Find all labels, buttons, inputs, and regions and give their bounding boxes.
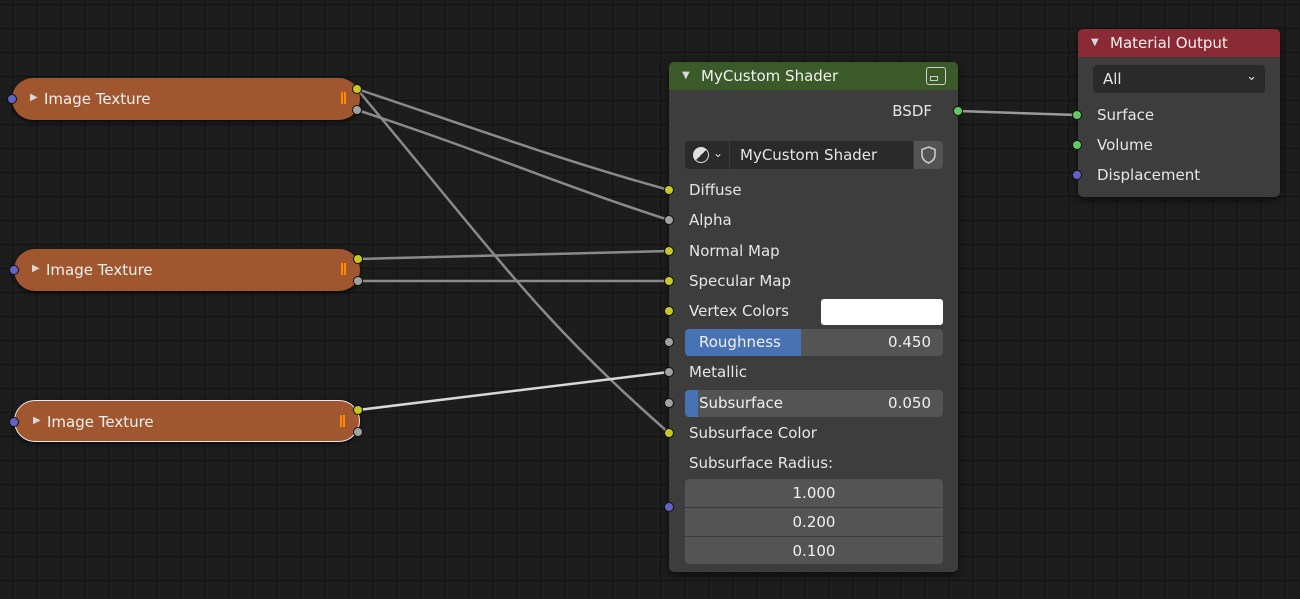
node-group-icon[interactable] <box>926 67 946 85</box>
link-tex1-alpha-alpha[interactable] <box>356 108 670 222</box>
volume-input-label: Volume <box>1097 136 1153 154</box>
node-title: Material Output <box>1110 34 1228 52</box>
subsurface-slider[interactable]: Subsurface 0.050 <box>685 390 943 417</box>
specular-map-input-socket[interactable] <box>664 276 674 286</box>
displacement-input-label: Displacement <box>1097 166 1201 184</box>
metallic-input-label: Metallic <box>689 363 747 381</box>
chevron-down-icon: ⌄ <box>713 146 724 160</box>
node-header[interactable]: ▼ MyCustom Shader <box>669 62 958 90</box>
node-header[interactable]: ▼ Material Output <box>1078 29 1280 57</box>
hidden-sockets-grip-icon[interactable] <box>341 92 346 104</box>
shader-sphere-icon <box>693 147 709 163</box>
subsurface-label: Subsurface <box>699 394 783 412</box>
node-title: Image Texture <box>44 90 151 108</box>
tex1-alpha-output-socket[interactable] <box>352 105 362 115</box>
tex2-color-output-socket[interactable] <box>353 254 363 264</box>
roughness-slider[interactable]: Roughness 0.450 <box>685 329 943 356</box>
image-texture-node-3[interactable]: ▶ Image Texture <box>14 400 360 442</box>
vertex-colors-input-socket[interactable] <box>664 306 674 316</box>
shield-icon <box>921 146 936 164</box>
subsurface-input-socket[interactable] <box>664 398 674 408</box>
tex3-vector-input-socket[interactable] <box>9 417 19 427</box>
tex2-alpha-output-socket[interactable] <box>353 276 363 286</box>
displacement-input-socket[interactable] <box>1072 170 1082 180</box>
normal-map-input-socket[interactable] <box>664 246 674 256</box>
subsurface-radius-input-socket[interactable] <box>664 502 674 512</box>
link-bsdf-surface[interactable] <box>957 109 1078 117</box>
link-tex1-color-diffuse[interactable] <box>356 87 670 192</box>
subsurface-color-input-socket[interactable] <box>664 428 674 438</box>
roughness-label: Roughness <box>699 333 781 351</box>
tex1-color-output-socket[interactable] <box>352 84 362 94</box>
vertex-colors-input-label: Vertex Colors <box>689 302 789 320</box>
bsdf-output-label: BSDF <box>892 102 932 120</box>
alpha-input-socket[interactable] <box>664 215 674 225</box>
subsurface-radius-z[interactable]: 0.100 <box>685 537 943 564</box>
alpha-input-label: Alpha <box>689 211 732 229</box>
subsurface-value: 0.050 <box>888 394 931 412</box>
subsurface-radius-y[interactable]: 0.200 <box>685 508 943 537</box>
diffuse-input-label: Diffuse <box>689 181 742 199</box>
target-dropdown[interactable]: All ⌄ <box>1093 65 1265 93</box>
tex3-alpha-output-socket[interactable] <box>353 427 363 437</box>
node-group-name-field[interactable]: MyCustom Shader <box>730 141 913 169</box>
node-title: MyCustom Shader <box>701 67 839 85</box>
collapse-arrow-icon[interactable]: ▼ <box>682 70 690 81</box>
subsurface-radius-x[interactable]: 1.000 <box>685 479 943 508</box>
fake-user-button[interactable] <box>914 141 943 169</box>
custom-shader-group-node[interactable]: ▼ MyCustom Shader BSDF ⌄ MyCustom Shader… <box>669 62 958 572</box>
diffuse-input-socket[interactable] <box>664 185 674 195</box>
node-title: Image Texture <box>46 261 153 279</box>
normal-map-input-label: Normal Map <box>689 242 780 260</box>
hidden-sockets-grip-icon[interactable] <box>341 263 346 275</box>
tex3-color-output-socket[interactable] <box>353 405 363 415</box>
surface-input-socket[interactable] <box>1072 110 1082 120</box>
collapse-arrow-icon[interactable]: ▼ <box>1091 37 1099 48</box>
metallic-input-socket[interactable] <box>664 367 674 377</box>
subsurface-radius-label: Subsurface Radius: <box>689 454 834 472</box>
surface-input-label: Surface <box>1097 106 1155 124</box>
subsurface-slider-fill <box>685 390 698 417</box>
hidden-sockets-grip-icon[interactable] <box>340 415 345 427</box>
node-group-browse-button[interactable]: ⌄ <box>685 141 729 169</box>
image-texture-node-1[interactable]: ▶ Image Texture <box>12 78 360 120</box>
subsurface-color-input-label: Subsurface Color <box>689 424 817 442</box>
node-title: Image Texture <box>47 413 154 431</box>
tex1-vector-input-socket[interactable] <box>7 94 17 104</box>
bsdf-output-socket[interactable] <box>953 106 963 116</box>
expand-arrow-icon[interactable]: ▶ <box>32 263 40 274</box>
tex2-vector-input-socket[interactable] <box>9 265 19 275</box>
expand-arrow-icon[interactable]: ▶ <box>33 415 41 426</box>
expand-arrow-icon[interactable]: ▶ <box>30 92 38 103</box>
roughness-input-socket[interactable] <box>664 337 674 347</box>
chevron-down-icon: ⌄ <box>1246 69 1257 84</box>
node-group-name: MyCustom Shader <box>740 146 878 164</box>
roughness-value: 0.450 <box>888 333 931 351</box>
subsurface-radius-vector: 1.000 0.200 0.100 <box>685 479 943 564</box>
vertex-colors-swatch[interactable] <box>821 299 943 325</box>
target-value: All <box>1103 70 1122 88</box>
material-output-node[interactable]: ▼ Material Output All ⌄ Surface Volume D… <box>1078 29 1280 197</box>
node-group-selector: ⌄ MyCustom Shader <box>685 141 943 169</box>
image-texture-node-2[interactable]: ▶ Image Texture <box>14 249 360 291</box>
specular-map-input-label: Specular Map <box>689 272 791 290</box>
link-tex2-color-normal-map[interactable] <box>357 249 670 261</box>
volume-input-socket[interactable] <box>1072 140 1082 150</box>
